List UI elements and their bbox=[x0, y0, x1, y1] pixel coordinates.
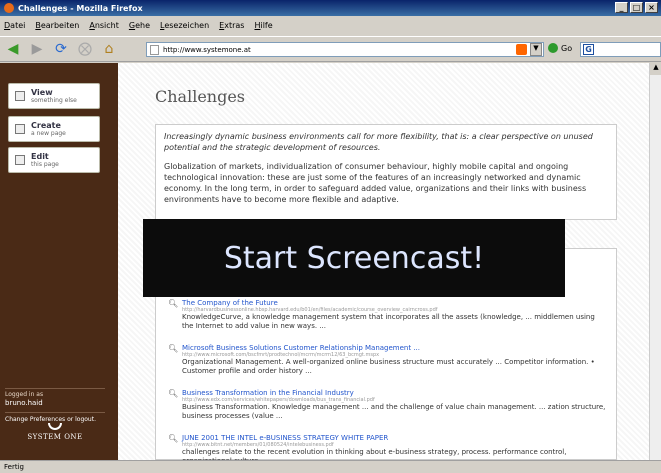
result-title-link[interactable]: Microsoft Business Solutions Customer Re… bbox=[182, 344, 608, 352]
google-search-icon: G bbox=[583, 44, 594, 55]
menu-ansicht[interactable]: Ansicht bbox=[89, 21, 119, 30]
edit-label: Edit bbox=[31, 151, 49, 161]
close-icon[interactable]: × bbox=[645, 2, 658, 13]
window-controls: _ □ × bbox=[615, 2, 658, 13]
vertical-scrollbar[interactable]: ▲ bbox=[649, 63, 661, 460]
minimize-icon[interactable]: _ bbox=[615, 2, 628, 13]
list-item: 🔍︎ Business Transformation in the Financ… bbox=[168, 389, 608, 421]
maximize-icon[interactable]: □ bbox=[630, 2, 643, 13]
result-snippet: Organizational Management. A well-organi… bbox=[182, 358, 595, 375]
logged-in-label: Logged in as bbox=[5, 391, 44, 398]
window-titlebar: Challenges - Mozilla Firefox _ □ × bbox=[0, 0, 661, 16]
page-title: Challenges bbox=[155, 87, 246, 106]
list-item: 🔍︎ Microsoft Business Solutions Customer… bbox=[168, 344, 608, 376]
stop-icon[interactable]: ⨂ bbox=[74, 39, 96, 59]
menu-datei[interactable]: Datei bbox=[4, 21, 25, 30]
rss-feed-icon[interactable] bbox=[516, 44, 527, 55]
menu-hilfe[interactable]: Hilfe bbox=[254, 21, 272, 30]
result-snippet: KnowledgeCurve, a knowledge management s… bbox=[182, 313, 595, 330]
logo-text: SYSTEM ONE bbox=[27, 433, 83, 441]
forward-arrow-icon[interactable]: ▶ bbox=[26, 39, 48, 59]
view-sublabel: something else bbox=[31, 96, 77, 104]
back-arrow-icon[interactable]: ◀ bbox=[2, 39, 24, 59]
start-screencast-button[interactable]: Start Screencast! bbox=[143, 219, 565, 297]
reload-icon[interactable]: ⟳ bbox=[50, 39, 72, 59]
result-snippet: Business Transformation. Knowledge manag… bbox=[182, 403, 606, 420]
create-sublabel: a new page bbox=[31, 129, 66, 137]
intro-box: Increasingly dynamic business environmen… bbox=[155, 124, 617, 220]
result-title-link[interactable]: Business Transformation in the Financial… bbox=[182, 389, 608, 397]
menu-lesezeichen[interactable]: Lesezeichen bbox=[160, 21, 209, 30]
magnifier-icon: 🔍︎ bbox=[168, 389, 179, 398]
create-button[interactable]: Create a new page bbox=[8, 116, 100, 142]
view-label: View bbox=[31, 87, 53, 97]
login-info: Logged in as bruno.haid Change Preferenc… bbox=[5, 388, 105, 423]
magnifier-icon: 🔍︎ bbox=[168, 344, 179, 353]
scroll-up-icon[interactable]: ▲ bbox=[650, 63, 661, 75]
page-icon bbox=[150, 45, 159, 55]
intro-lead: Increasingly dynamic business environmen… bbox=[164, 132, 593, 152]
result-snippet: challenges relate to the recent evolutio… bbox=[182, 448, 567, 460]
edit-icon bbox=[15, 155, 25, 165]
smile-logo-icon bbox=[48, 423, 62, 430]
menu-gehe[interactable]: Gehe bbox=[129, 21, 150, 30]
status-bar: Fertig bbox=[0, 460, 661, 473]
system-one-logo: SYSTEM ONE bbox=[15, 423, 95, 441]
home-icon[interactable]: ⌂ bbox=[98, 39, 120, 59]
url-dropdown-icon[interactable]: ▼ bbox=[530, 43, 542, 56]
result-title-link[interactable]: The Company of the Future bbox=[182, 299, 608, 307]
magnifier-icon: 🔍︎ bbox=[168, 434, 179, 443]
list-item: 🔍︎ JUNE 2001 THE INTEL e-BUSINESS STRATE… bbox=[168, 434, 608, 460]
view-button[interactable]: View something else bbox=[8, 83, 100, 109]
edit-button[interactable]: Edit this page bbox=[8, 147, 100, 173]
create-label: Create bbox=[31, 120, 61, 130]
username: bruno.haid bbox=[5, 399, 43, 407]
go-button[interactable]: Go bbox=[548, 43, 572, 53]
search-input[interactable]: G bbox=[580, 42, 661, 57]
url-bar[interactable]: http://www.systemone.at bbox=[146, 42, 544, 57]
magnifier-icon: 🔍︎ bbox=[168, 299, 179, 308]
edit-sublabel: this page bbox=[31, 160, 59, 168]
sidebar: View something else Create a new page Edit… bbox=[0, 63, 118, 460]
create-icon bbox=[15, 124, 25, 134]
go-label: Go bbox=[561, 43, 573, 53]
url-text: http://www.systemone.at bbox=[163, 45, 251, 54]
firefox-icon bbox=[4, 3, 14, 13]
window-title: Challenges - Mozilla Firefox bbox=[18, 3, 143, 13]
go-arrow-icon bbox=[548, 43, 558, 53]
view-icon bbox=[15, 91, 25, 101]
menu-bearbeiten[interactable]: Bearbeiten bbox=[35, 21, 79, 30]
menubar: Datei Bearbeiten Ansicht Gehe Lesezeiche… bbox=[0, 17, 661, 34]
result-title-link[interactable]: JUNE 2001 THE INTEL e-BUSINESS STRATEGY … bbox=[182, 434, 608, 442]
intro-body: Globalization of markets, individualizat… bbox=[164, 162, 587, 204]
list-item: 🔍︎ The Company of the Future http://harv… bbox=[168, 299, 608, 331]
menu-extras[interactable]: Extras bbox=[219, 21, 244, 30]
preferences-link[interactable]: Change Preferences or logout. bbox=[5, 412, 105, 423]
